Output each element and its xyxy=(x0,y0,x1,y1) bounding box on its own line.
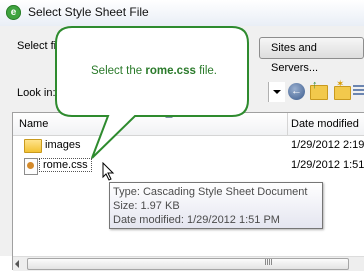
scroll-left-arrow-icon[interactable] xyxy=(15,260,19,268)
tooltip-size: Size: 1.97 KB xyxy=(113,200,180,212)
callout-prefix: Select the xyxy=(91,65,146,77)
horizontal-scrollbar[interactable] xyxy=(13,256,364,271)
callout-instruction: Select the rome.css file. xyxy=(62,65,246,77)
mouse-pointer-icon xyxy=(102,162,115,181)
scroll-thumb[interactable] xyxy=(27,258,349,270)
file-info-tooltip: Type: Cascading Style Sheet Document Siz… xyxy=(109,182,323,229)
callout-shape xyxy=(55,26,249,159)
scroll-grip-icon xyxy=(265,259,272,265)
callout-suffix: file. xyxy=(195,65,217,77)
tooltip-type: Type: Cascading Style Sheet Document xyxy=(113,186,308,198)
tooltip-date: Date modified: 1/29/2012 1:51 PM xyxy=(113,214,280,226)
callout-bold-filename: rome.css xyxy=(145,65,196,77)
